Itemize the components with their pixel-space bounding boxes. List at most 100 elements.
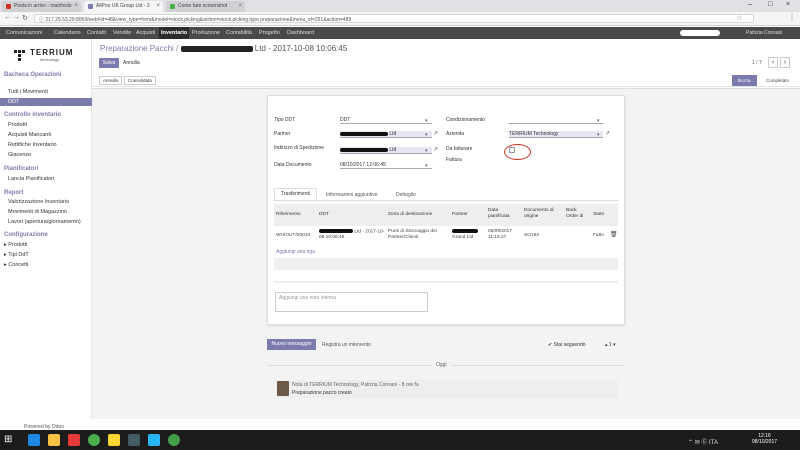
chrome-icon[interactable]	[88, 434, 100, 446]
pager-previous-button[interactable]: ‹	[768, 57, 778, 68]
tab-informazioni[interactable]: Informazioni aggiuntive	[326, 190, 377, 200]
app-search-input[interactable]	[680, 30, 720, 36]
column-header[interactable]: Documento di origine	[524, 208, 562, 220]
sidebar-item-movimenti[interactable]: Tutti i Movimenti	[8, 89, 48, 95]
breadcrumb-parent[interactable]: Preparazione Pacchi	[100, 44, 174, 53]
menu-produzione[interactable]: Produzione	[192, 30, 220, 36]
whatsapp-icon[interactable]	[168, 434, 180, 446]
maximize-icon[interactable]: □	[768, 1, 772, 8]
table-footer	[274, 281, 618, 283]
followers-dropdown[interactable]: ▴ 1 ▾	[605, 342, 616, 348]
skype-icon[interactable]	[148, 434, 160, 446]
app-icon[interactable]	[68, 434, 80, 446]
stage-bozza[interactable]: Bozza	[732, 75, 757, 86]
taskbar-clock[interactable]: 12:16 08/10/2017	[752, 433, 777, 445]
browser-tab[interactable]: Posta in arrivo - manfredo ×	[2, 1, 81, 12]
column-header[interactable]: Back Order di	[566, 208, 590, 220]
browser-menu-icon[interactable]: ⋮	[788, 13, 796, 22]
windows-start-icon[interactable]: ⊞	[4, 434, 16, 446]
external-link-icon[interactable]: ↗	[605, 130, 610, 137]
azienda-field[interactable]: TERRIUM Technology	[509, 131, 603, 138]
sidebar-item-lancia[interactable]: Lancia Pianificatori	[8, 176, 54, 182]
pager-next-button[interactable]: ›	[780, 57, 790, 68]
sidebar-item-rettifiche[interactable]: Rettifiche Inventario	[8, 142, 57, 148]
note-placeholder: Aggiungi una nota interna	[279, 295, 336, 301]
consolidata-button[interactable]: Consolidata	[124, 76, 156, 85]
shipping-address-field[interactable]: Ltd	[340, 147, 432, 154]
label-indirizzo: Indirizzo di Spedizione	[274, 145, 325, 151]
partner-field[interactable]: Ltd	[340, 131, 432, 138]
menu-comunicazioni[interactable]: Comunicazioni	[6, 30, 42, 36]
column-header[interactable]: Riferimento	[276, 212, 301, 218]
chevron-down-icon[interactable]: ▾	[597, 132, 600, 138]
sidebar-item-config-tipi[interactable]: ▸ Tipi DdT	[4, 252, 29, 258]
column-header[interactable]: DDT	[319, 212, 329, 218]
file-explorer-icon[interactable]	[48, 434, 60, 446]
menu-vendite[interactable]: Vendite	[113, 30, 131, 36]
sidebar-item-movimenti-magazzino[interactable]: Movimenti di Magazzino	[8, 209, 67, 215]
cell-riferimento: WH/OUT/00010	[276, 233, 311, 238]
trash-icon[interactable]: 🗑	[610, 232, 618, 238]
sidebar-item-config-concetti[interactable]: ▸ Concetti	[4, 262, 28, 268]
menu-inventario[interactable]: Inventario	[159, 27, 190, 39]
system-tray[interactable]: ⌃ ✉ Ⓔ ITA	[688, 437, 718, 446]
menu-dashboard[interactable]: Dashboard	[287, 30, 314, 36]
sidebar-item-giacenze[interactable]: Giacenze	[8, 152, 31, 158]
user-menu[interactable]: Patrizia Consani	[746, 30, 782, 36]
tab-dettaglio[interactable]: Dettaglio	[396, 190, 416, 200]
label-fattura: Fattura	[446, 157, 462, 163]
table-row[interactable]: WH/OUT/00010 Ltd - 2017-10-08 10:06:45 P…	[274, 227, 618, 246]
internal-note-field[interactable]: Aggiungi una nota interna	[275, 292, 428, 312]
cell-partner-value: Grand Ltd	[452, 235, 474, 241]
bookmark-star-icon[interactable]: ☆	[736, 14, 742, 22]
column-header[interactable]: Zona di destinazione	[388, 212, 432, 218]
tab-trasferimenti[interactable]: Trasferimenti	[274, 188, 317, 200]
chevron-down-icon[interactable]: ▾	[425, 132, 428, 138]
annulla-button[interactable]: Annulla	[99, 76, 123, 85]
reload-icon[interactable]: ↻	[22, 14, 28, 22]
menu-acquisti[interactable]: Acquisti	[136, 30, 155, 36]
following-button[interactable]: ✔ Stai seguendo	[548, 342, 586, 348]
browser-tab[interactable]: Come fare screenshot ×	[166, 1, 245, 12]
close-icon[interactable]: ×	[238, 3, 242, 9]
back-icon[interactable]: ←	[4, 14, 11, 21]
chevron-down-icon[interactable]: ▾	[597, 118, 600, 124]
close-icon[interactable]: ×	[156, 3, 160, 9]
column-header[interactable]: Data pianificata	[488, 208, 516, 220]
forward-icon[interactable]: →	[13, 14, 20, 21]
column-header[interactable]: Partner	[452, 212, 468, 218]
tipo-ddt-field[interactable]: DDT	[340, 117, 432, 124]
edge-icon[interactable]	[28, 434, 40, 446]
browser-tab[interactable]: AllPoo UK Group Ltd - 2 ×	[84, 1, 163, 12]
close-window-icon[interactable]: ×	[786, 1, 790, 8]
condizionamento-field[interactable]	[509, 117, 603, 124]
menu-contabilita[interactable]: Contabilità	[226, 30, 252, 36]
app-icon[interactable]	[108, 434, 120, 446]
chevron-down-icon[interactable]: ▾	[425, 118, 428, 124]
column-header[interactable]: Stato	[593, 212, 604, 218]
menu-progetto[interactable]: Progetto	[259, 30, 280, 36]
sidebar-item-config-prodotti[interactable]: ▸ Prodotti	[4, 242, 27, 248]
add-line-link[interactable]: Aggiungi una riga	[276, 249, 315, 255]
menu-calendario[interactable]: Calendario	[54, 30, 81, 36]
new-message-button[interactable]: Nuovo messaggio	[267, 339, 316, 350]
minimize-icon[interactable]: –	[748, 1, 752, 8]
stage-completato[interactable]: Completato	[760, 75, 795, 86]
close-icon[interactable]: ×	[74, 3, 78, 9]
document-date-field[interactable]: 08/10/2017 12:06:45	[340, 162, 432, 169]
sidebar-item-lavori[interactable]: Lavori (apertura/giornamento)	[8, 219, 81, 225]
chevron-down-icon[interactable]: ▾	[425, 163, 428, 169]
external-link-icon[interactable]: ↗	[433, 130, 438, 137]
sidebar-item-acquisti-mancanti[interactable]: Acquisti Mancanti	[8, 132, 51, 138]
chevron-down-icon[interactable]: ▾	[425, 148, 428, 154]
save-button[interactable]: Salva	[99, 58, 119, 68]
sidebar-item-prodotti[interactable]: Prodotti	[8, 122, 27, 128]
sidebar-item-valorizzazione[interactable]: Valorizzazione Inventario	[8, 199, 69, 205]
external-link-icon[interactable]: ↗	[433, 146, 438, 153]
sidebar-item-ddt[interactable]: DDT	[0, 98, 92, 106]
log-note-button[interactable]: Registra un intervento	[322, 342, 371, 348]
menu-contatti[interactable]: Contatti	[87, 30, 106, 36]
app-icon[interactable]	[128, 434, 140, 446]
discard-button[interactable]: Annulla	[123, 58, 140, 68]
address-bar[interactable]: ⓘ 217.29.53.29:8069/web#id=48&view_type=…	[34, 14, 754, 23]
